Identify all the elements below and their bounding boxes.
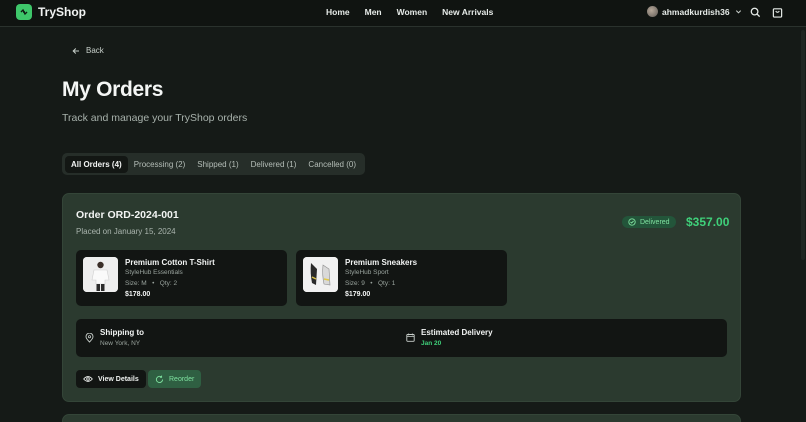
status-badge: Delivered: [622, 216, 676, 228]
nav-link-home[interactable]: Home: [326, 7, 350, 17]
nav-link-women[interactable]: Women: [397, 7, 428, 17]
tab-delivered[interactable]: Delivered (1): [245, 156, 303, 173]
item-qty: Qty: 2: [159, 280, 178, 287]
item-qty: Qty: 1: [378, 280, 396, 287]
username: ahmadkurdish36: [662, 6, 730, 17]
order-date: Placed on January 15, 2024: [76, 227, 176, 236]
product-image-tshirt: [83, 257, 118, 292]
order-card: Order ORD-2024-001 Placed on January 15,…: [62, 193, 741, 402]
nav-link-new-arrivals[interactable]: New Arrivals: [442, 7, 493, 17]
item-size: Size: M: [125, 280, 147, 287]
item-size: Size: 9: [345, 280, 365, 287]
reorder-label: Reorder: [169, 375, 195, 383]
map-pin-icon: [85, 333, 94, 343]
search-icon[interactable]: [750, 7, 761, 18]
shopping-bag-icon[interactable]: [772, 7, 783, 18]
check-circle-icon: [628, 218, 636, 226]
order-card: [62, 414, 741, 422]
brand-logo[interactable]: TryShop: [16, 4, 86, 20]
user-menu[interactable]: ahmadkurdish36: [647, 6, 742, 17]
separator-dot: •: [366, 280, 377, 287]
status-text: Delivered: [640, 218, 670, 226]
shipping-info: Shipping to New York, NY Estimated Deliv…: [76, 319, 727, 357]
nav-link-men[interactable]: Men: [365, 7, 382, 17]
eye-icon: [83, 376, 93, 382]
shipping-label: Shipping to: [100, 328, 144, 337]
main-nav: Home Men Women New Arrivals: [326, 7, 508, 17]
item-name: Premium Cotton T-Shirt: [125, 258, 215, 267]
avatar: [647, 6, 658, 17]
tab-all-orders[interactable]: All Orders (4): [65, 155, 128, 173]
item-brand: StyleHub Essentials: [125, 269, 183, 276]
separator-dot: •: [148, 280, 158, 287]
item-name: Premium Sneakers: [345, 258, 418, 267]
scrollbar[interactable]: [801, 30, 805, 260]
refresh-icon: [155, 375, 164, 383]
delivery-label: Estimated Delivery: [421, 328, 493, 337]
product-image-sneakers: [303, 257, 338, 292]
order-filter-tabs: All Orders (4) Processing (2) Shipped (1…: [62, 153, 365, 175]
item-price: $178.00: [125, 291, 151, 298]
tab-cancelled[interactable]: Cancelled (0): [302, 156, 362, 173]
item-price: $179.00: [345, 291, 371, 298]
brand-name: TryShop: [38, 5, 87, 19]
delivery-date: Jan 20: [421, 340, 442, 347]
back-label: Back: [86, 46, 104, 55]
top-navbar: TryShop Home Men Women New Arrivals ahma…: [0, 0, 806, 27]
item-meta: Size: 9 • Qty: 1: [345, 280, 395, 287]
tab-processing[interactable]: Processing (2): [128, 156, 192, 173]
logo-icon: [16, 4, 32, 20]
order-item[interactable]: Premium Cotton T-Shirt StyleHub Essentia…: [76, 250, 287, 306]
chevron-down-icon: [735, 10, 741, 14]
view-details-button[interactable]: View Details: [76, 370, 146, 388]
back-link[interactable]: Back: [72, 46, 104, 55]
calendar-icon: [406, 333, 415, 342]
tab-shipped[interactable]: Shipped (1): [191, 156, 244, 173]
reorder-button[interactable]: Reorder: [148, 370, 202, 388]
arrow-left-icon: [72, 47, 79, 54]
page-title: My Orders: [62, 78, 164, 101]
order-id: Order ORD-2024-001: [76, 209, 179, 221]
item-meta: Size: M • Qty: 2: [125, 280, 177, 287]
order-item[interactable]: Premium Sneakers StyleHub Sport Size: 9 …: [296, 250, 507, 306]
view-details-label: View Details: [98, 375, 139, 383]
page-subtitle: Track and manage your TryShop orders: [62, 112, 248, 124]
order-total: $357.00: [686, 215, 730, 229]
item-brand: StyleHub Sport: [345, 269, 389, 276]
shipping-location: New York, NY: [100, 340, 141, 347]
